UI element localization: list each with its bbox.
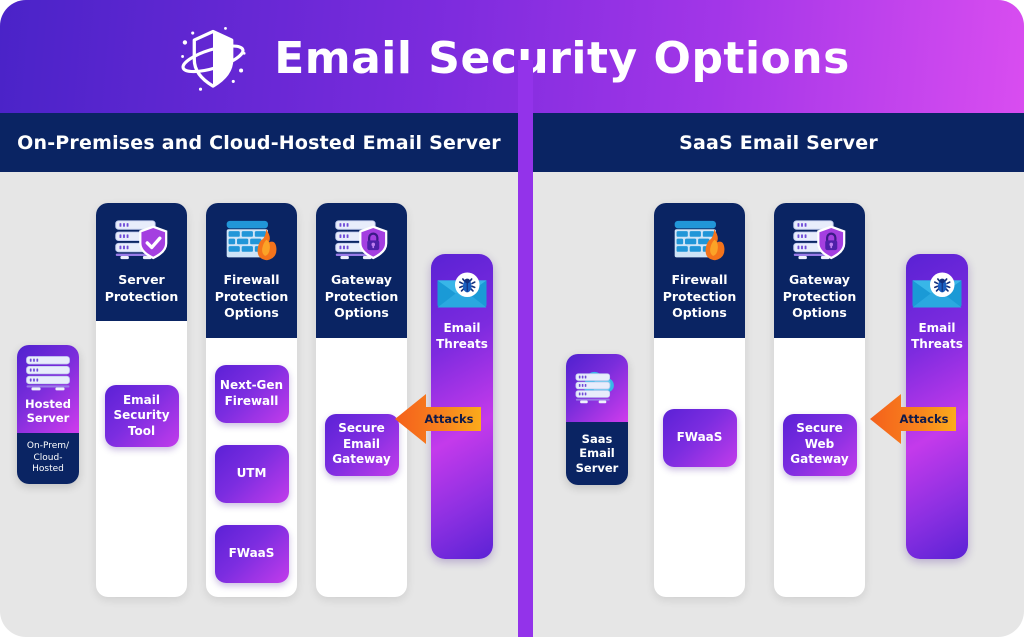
hosted-server-card[interactable]: Hosted Server On-Prem/ Cloud-Hosted — [17, 345, 79, 484]
panel-header-left-label: On-Premises and Cloud-Hosted Email Serve… — [17, 131, 501, 154]
panel-header-right: SaaS Email Server — [533, 113, 1024, 172]
cloud-server-icon — [570, 361, 624, 405]
column-firewall-protection-right-head: Firewall Protection Options — [654, 203, 745, 338]
column-gateway-protection-left-title: Gateway Protection Options — [324, 272, 399, 320]
hosted-server-card-top: Hosted Server — [17, 345, 79, 433]
column-gateway-protection-left-body: Secure Email Gateway — [316, 338, 407, 598]
pill-secure-web-gateway[interactable]: Secure Web Gateway — [782, 413, 857, 476]
firewall-flame-icon — [222, 217, 282, 264]
hosted-server-card-bottom: On-Prem/ Cloud-Hosted — [17, 433, 79, 484]
pill-secure-email-gateway[interactable]: Secure Email Gateway — [324, 413, 399, 476]
pill-fwaas-right[interactable]: FWaaS — [662, 408, 737, 467]
pill-next-gen-firewall[interactable]: Next-Gen Firewall — [214, 364, 289, 423]
envelope-bug-icon — [909, 268, 965, 312]
server-shield-lock-icon — [790, 217, 850, 264]
column-gateway-protection-right-head: Gateway Protection Options — [774, 203, 865, 338]
column-firewall-protection-right-title: Firewall Protection Options — [662, 272, 737, 320]
hosted-server-subtitle: On-Prem/ Cloud-Hosted — [26, 440, 70, 475]
saas-server-card[interactable]: Saas Email Server — [566, 354, 628, 485]
firewall-flame-icon — [670, 217, 730, 264]
column-gateway-protection-right-body: Secure Web Gateway — [774, 338, 865, 598]
column-firewall-protection-right[interactable]: Firewall Protection Options FWaaS — [654, 203, 745, 597]
threat-label-right: Email Threats — [911, 321, 963, 351]
saas-server-card-top — [566, 354, 628, 422]
panel-divider — [518, 60, 533, 637]
column-firewall-protection-left-title: Firewall Protection Options — [214, 272, 289, 320]
column-firewall-protection-right-body: FWaaS — [654, 338, 745, 598]
page-title: Email Security Options — [274, 32, 850, 84]
attack-arrow-right: Attacks — [868, 388, 958, 450]
server-rack-icon — [23, 354, 73, 392]
saas-server-subtitle: Saas Email Server — [575, 431, 619, 475]
envelope-bug-icon — [434, 268, 490, 312]
column-gateway-protection-left-head: Gateway Protection Options — [316, 203, 407, 338]
hosted-server-title: Hosted Server — [25, 397, 71, 426]
column-firewall-protection-left-body: Next-Gen Firewall UTM FWaaS — [206, 338, 297, 598]
server-shield-check-icon — [112, 217, 172, 264]
attack-arrow-left: Attacks — [393, 388, 483, 450]
column-gateway-protection-right[interactable]: Gateway Protection Options Secure Web Ga… — [774, 203, 865, 597]
column-server-protection-title: Server Protection — [104, 272, 179, 304]
server-shield-lock-icon — [332, 217, 392, 264]
pill-fwaas-left[interactable]: FWaaS — [214, 524, 289, 583]
column-server-protection-head: Server Protection — [96, 203, 187, 321]
saas-server-card-bottom: Saas Email Server — [566, 422, 628, 485]
column-gateway-protection-right-title: Gateway Protection Options — [782, 272, 857, 320]
column-server-protection[interactable]: Server Protection Email Security Tool — [96, 203, 187, 597]
infographic-canvas: Email Security Options On-Premises and C… — [0, 0, 1024, 637]
threat-label-left: Email Threats — [436, 321, 488, 351]
header-banner: Email Security Options — [0, 0, 1024, 116]
shield-orbit-icon — [174, 19, 252, 97]
pill-utm[interactable]: UTM — [214, 444, 289, 503]
panel-header-right-label: SaaS Email Server — [679, 131, 878, 154]
column-server-protection-body: Email Security Tool — [96, 321, 187, 597]
pill-email-security-tool[interactable]: Email Security Tool — [104, 385, 179, 447]
panel-header-left: On-Premises and Cloud-Hosted Email Serve… — [0, 113, 518, 172]
column-firewall-protection-left-head: Firewall Protection Options — [206, 203, 297, 338]
column-firewall-protection-left[interactable]: Firewall Protection Options Next-Gen Fir… — [206, 203, 297, 597]
